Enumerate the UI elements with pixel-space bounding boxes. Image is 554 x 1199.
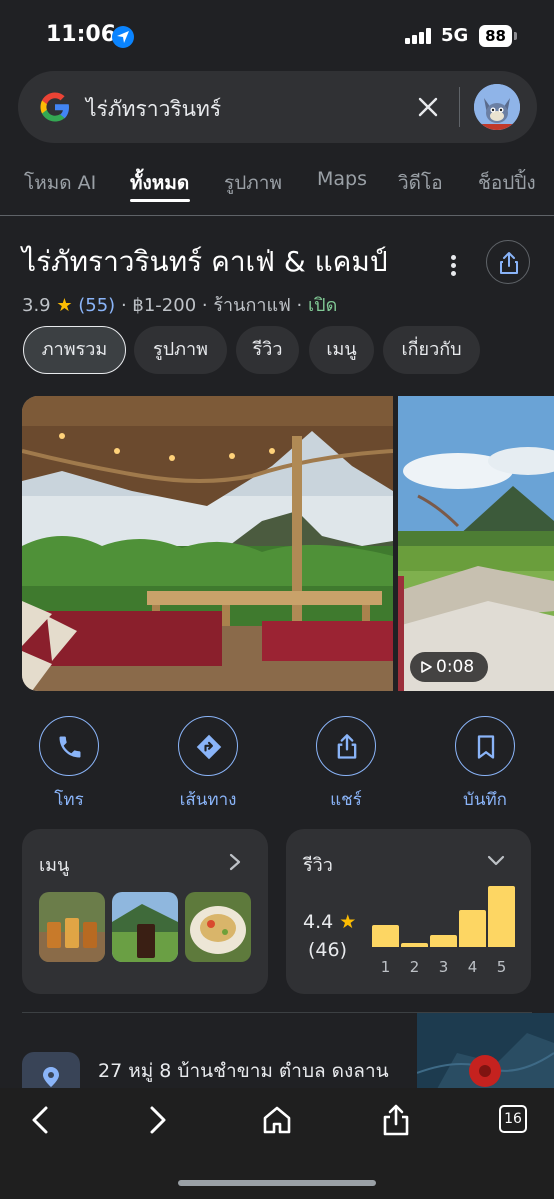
menu-photo-drinks[interactable] [39,892,105,962]
share-icon [316,716,376,776]
chip-reviews[interactable]: รีวิว [236,326,299,374]
video-duration-text: 0:08 [436,657,475,677]
directions-button[interactable]: เส้นทาง [153,716,263,813]
video-duration: 0:08 [410,652,488,682]
share-button[interactable] [486,240,530,284]
place-photo-hut[interactable] [22,396,393,691]
review-card-title: รีวิว [303,855,333,876]
clock: 11:06 [46,22,117,47]
network-type: 5G [441,25,469,46]
share-page-icon[interactable] [378,1102,414,1138]
tab-switcher-icon[interactable]: 16 [499,1105,527,1133]
place-video-thumbnail[interactable] [398,396,554,691]
tab-videos[interactable]: วิดีโอ [398,168,443,198]
account-avatar[interactable] [474,84,520,130]
rating-bar-1 [372,925,399,947]
clear-search-icon[interactable] [416,95,440,119]
call-button[interactable]: โทร [14,716,124,813]
search-bar[interactable]: ไร่ภัทราวรินทร์ [18,71,537,143]
directions-icon [178,716,238,776]
home-icon[interactable] [259,1102,295,1138]
active-tab-indicator [130,199,190,202]
tab-all[interactable]: ทั้งหมด [130,168,189,198]
battery-icon: 88 [479,25,512,47]
review-card[interactable]: รีวิว 4.4 ★ (46) 12345 [286,829,531,994]
rating-bar-5 [488,886,515,947]
tab-ai-mode[interactable]: โหมด AI [24,168,96,198]
tab-images[interactable]: รูปภาพ [224,168,282,198]
directions-label: เส้นทาง [179,790,237,810]
bookmark-icon [455,716,515,776]
review-rating-value: 4.4 [303,911,334,933]
menu-card[interactable]: เมนู [22,829,268,994]
star-icon: ★ [56,295,73,316]
rating-value: 3.9 [22,295,51,316]
tab-shopping[interactable]: ช็อปปิ้ง [478,168,536,198]
chip-photos[interactable]: รูปภาพ [134,326,227,374]
location-arrow-icon [112,26,134,48]
open-status: เปิด [308,295,338,316]
rating-bar-label: 1 [380,958,391,976]
menu-photo-salad[interactable] [185,892,251,962]
search-divider [459,87,460,127]
back-icon[interactable] [22,1102,58,1138]
battery-tip [514,32,517,40]
category: ร้านกาแฟ [213,295,291,316]
search-input[interactable]: ไร่ภัทราวรินทร์ [86,93,221,126]
chip-menu[interactable]: เมนู [309,326,374,374]
separator: · [120,295,127,316]
status-bar: 11:06 5G 88 [0,0,554,68]
review-rating: 4.4 ★ [303,911,356,933]
separator: · [296,295,303,316]
more-options-icon[interactable] [444,252,462,276]
price-range: ฿1-200 [132,295,197,316]
rating-bar-label: 3 [438,958,449,976]
location-pin-icon [22,1052,80,1088]
chip-overview[interactable]: ภาพรวม [23,326,126,374]
rating-bar-label: 5 [496,958,507,976]
save-label: บันทึก [463,790,507,810]
call-label: โทร [54,790,84,810]
google-logo-icon [37,89,73,129]
chevron-down-icon[interactable] [487,855,505,867]
save-button[interactable]: บันทึก [430,716,540,813]
rating-bar-4 [459,910,486,947]
rating-bar-3 [430,935,457,947]
rating-bar-label: 4 [467,958,478,976]
map-thumbnail[interactable] [417,1013,554,1089]
address-text[interactable]: 27 หมู่ 8 บ้านชำขาม ตำบล ดงลาน [98,1056,389,1086]
rating-distribution-chart [372,879,518,957]
tab-maps[interactable]: Maps [317,168,367,190]
place-title: ไร่ภัทราวรินทร์ คาเฟ่ & แคมป์ [22,245,388,278]
chevron-right-icon [229,853,241,871]
menu-photo-iced-drink[interactable] [112,892,178,962]
chip-about[interactable]: เกี่ยวกับ [383,326,480,374]
separator: · [201,295,208,316]
share-action-button[interactable]: แชร์ [291,716,401,813]
star-icon: ★ [339,911,357,933]
rating-bar-2 [401,943,428,947]
phone-icon [39,716,99,776]
review-count: (46) [308,939,348,961]
rating-bar-label: 2 [409,958,420,976]
home-indicator[interactable] [178,1180,376,1186]
cellular-signal-icon [405,28,433,44]
review-count-link[interactable]: (55) [78,295,115,316]
share-label: แชร์ [330,790,362,810]
forward-icon[interactable] [140,1102,176,1138]
place-meta: 3.9 ★ (55) · ฿1-200 · ร้านกาแฟ · เปิด [22,290,337,319]
search-tabs: โหมด AI ทั้งหมด รูปภาพ Maps วิดีโอ ช็อปป… [0,160,554,216]
menu-card-title: เมนู [39,855,70,876]
